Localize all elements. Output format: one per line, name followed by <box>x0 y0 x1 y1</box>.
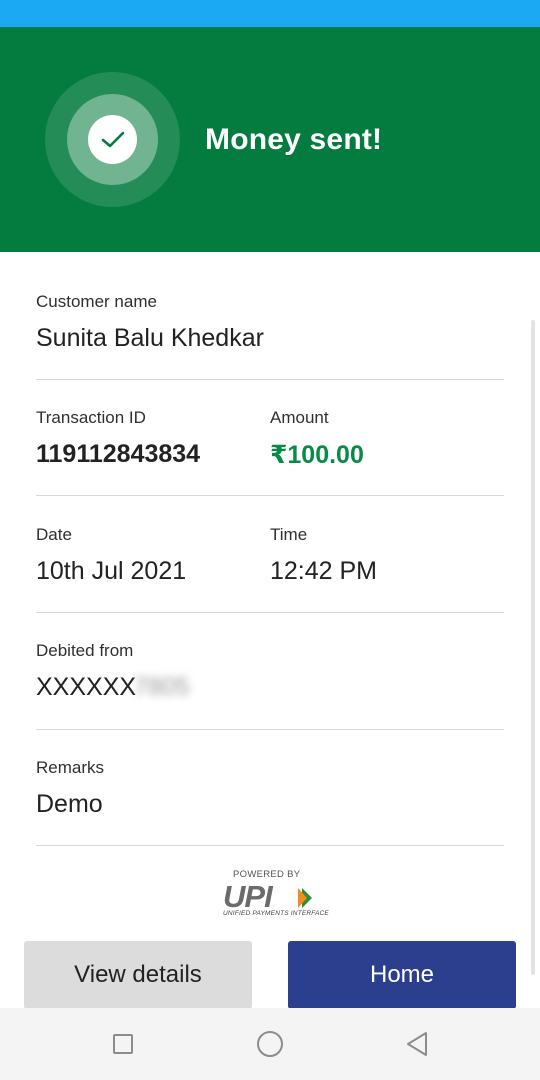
divider <box>36 845 504 846</box>
scrollbar[interactable] <box>531 320 535 975</box>
success-badge <box>45 72 180 207</box>
divider <box>36 379 504 380</box>
debited-from-label: Debited from <box>36 641 134 660</box>
amount-value: ₹100.00 <box>270 441 364 469</box>
remarks-label: Remarks <box>36 758 105 777</box>
view-details-button[interactable]: View details <box>24 941 252 1009</box>
customer-name-section: Customer name Sunita Balu Khedkar <box>36 292 504 353</box>
account-number-masked: XXXXXX <box>36 673 137 701</box>
home-button[interactable]: Home <box>288 941 516 1009</box>
status-bar <box>0 0 540 27</box>
account-number-blurred: 7805 <box>134 673 190 701</box>
recent-apps-icon[interactable] <box>113 1034 133 1054</box>
customer-name-value: Sunita Balu Khedkar <box>36 324 264 352</box>
datetime-section: Date 10th Jul 2021 Time 12:42 PM <box>36 525 504 586</box>
home-circle-icon[interactable] <box>257 1031 283 1057</box>
page-title: Money sent! <box>205 123 383 156</box>
time-value: 12:42 PM <box>270 557 378 585</box>
transaction-section: Transaction ID 119112843834 Amount ₹100.… <box>36 408 504 469</box>
back-triangle-icon[interactable] <box>404 1030 430 1058</box>
success-header: Money sent! <box>0 27 540 252</box>
account-number-value: XXXXXX7805 <box>36 673 504 702</box>
time-label: Time <box>270 525 308 544</box>
debited-from-section: Debited from XXXXXX7805 <box>36 641 504 702</box>
remarks-value: Demo <box>36 790 103 818</box>
check-icon <box>88 115 137 164</box>
upi-subtitle: UNIFIED PAYMENTS INTERFACE <box>223 910 329 917</box>
amount-block: Amount ₹100.00 <box>270 408 364 470</box>
time-block: Time 12:42 PM <box>270 525 377 586</box>
remarks-section: Remarks Demo <box>36 758 504 819</box>
divider <box>36 495 504 496</box>
upi-arrow-icon <box>298 888 312 908</box>
system-navigation-bar <box>0 1008 540 1080</box>
amount-label: Amount <box>270 408 329 427</box>
divider <box>36 729 504 730</box>
upi-logo: POWERED BY UPI UNIFIED PAYMENTS INTERFAC… <box>223 869 329 921</box>
divider <box>36 612 504 613</box>
customer-name-label: Customer name <box>36 292 157 311</box>
